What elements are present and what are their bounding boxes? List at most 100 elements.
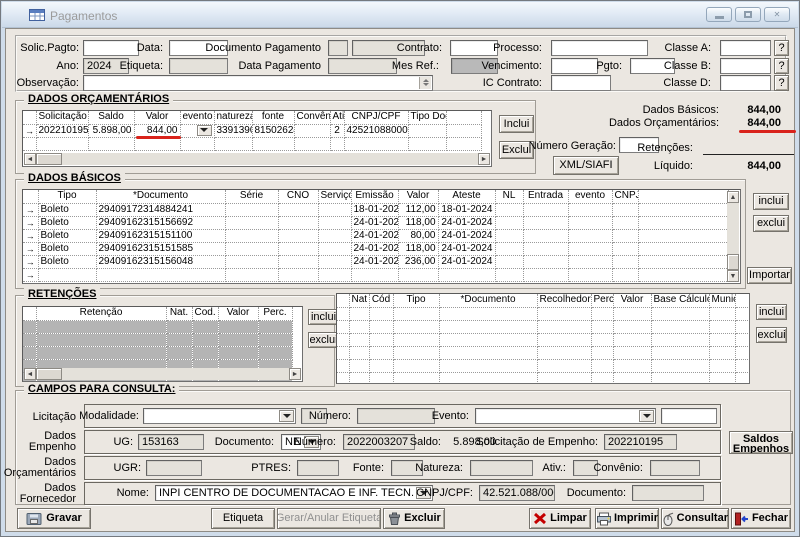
totals-block: Dados Básicos: 844,00 Dados Orçamentário…	[529, 104, 796, 176]
data-pagamento-field[interactable]	[328, 58, 397, 74]
etiqueta-button[interactable]: Etiqueta	[211, 508, 275, 529]
empenho-numero-field[interactable]: 2022003207	[343, 434, 415, 450]
observacao-spinner[interactable]	[419, 77, 431, 89]
minimize-icon	[714, 15, 724, 19]
close-button[interactable]: ✕	[764, 7, 790, 22]
scroll-left-icon[interactable]: ◄	[24, 368, 36, 380]
horizontal-scrollbar[interactable]: ◄ ►	[24, 153, 490, 165]
cnpj-cpf-label: CNPJ/CPF:	[416, 487, 473, 499]
cell-natureza[interactable]: 33913904	[214, 124, 253, 138]
classe-d-field[interactable]	[720, 75, 771, 91]
dropdown-arrow-icon[interactable]	[639, 410, 654, 422]
cell-saldo[interactable]: 5.898,00	[88, 124, 135, 138]
classe-b-field[interactable]	[720, 58, 771, 74]
row-selector[interactable]: →	[23, 124, 37, 138]
cell-cnpj[interactable]: 42521088000137	[344, 124, 409, 138]
processo-field[interactable]	[551, 40, 648, 56]
restore-button[interactable]	[735, 7, 761, 22]
row-selector[interactable]: →	[23, 242, 39, 256]
col-evento: evento	[568, 190, 613, 204]
retencoes-exclui-button[interactable]: exclui	[308, 332, 339, 348]
evento-dropdown[interactable]	[475, 408, 656, 424]
cnpj-cpf-field[interactable]: 42.521.088/0001-37	[479, 485, 555, 501]
retencoes-inclui-button[interactable]: inclui	[308, 309, 339, 325]
minimize-button[interactable]	[706, 7, 732, 22]
solicitacao-empenho-field[interactable]: 202210195	[604, 434, 677, 450]
licitacao-numero-field[interactable]	[357, 408, 435, 424]
fornecedor-nome-dropdown[interactable]: INPI CENTRO DE DOCUMENTACAO E INF. TECN.	[155, 485, 433, 501]
evento-extra-field[interactable]	[661, 408, 717, 424]
scrollbar-thumb[interactable]	[727, 254, 739, 270]
cell-convenio[interactable]	[294, 124, 331, 138]
campos-consulta-section: CAMPOS PARA CONSULTA: Licitação Dados Em…	[4, 383, 793, 505]
evento-dropdown-button[interactable]	[196, 125, 212, 136]
classe-a-field[interactable]	[720, 40, 771, 56]
scrollbar-thumb[interactable]	[36, 368, 62, 380]
ativ-label: Ativ.:	[542, 462, 566, 474]
retencoes-detalhe-exclui-button[interactable]: exclui	[756, 327, 787, 343]
imprimir-button[interactable]: Imprimir	[595, 508, 659, 529]
etiqueta-field[interactable]	[169, 58, 228, 74]
classe-b-help-button[interactable]: ?	[774, 58, 789, 74]
scroll-right-icon[interactable]: ►	[289, 368, 301, 380]
gerar-anular-etiqueta-button[interactable]: Gerar/Anular Etiqueta	[277, 508, 381, 529]
convenio-field[interactable]	[650, 460, 700, 476]
basicos-importar-button[interactable]: Importar	[747, 267, 792, 284]
xml-siafi-button[interactable]: XML/SIAFI	[553, 156, 619, 175]
mouse-pointer-icon	[663, 512, 674, 526]
basicos-inclui-button[interactable]: inclui	[753, 193, 789, 210]
col-documento: *Documento	[96, 190, 226, 204]
observacao-field[interactable]	[83, 75, 433, 91]
ic-contrato-field[interactable]	[551, 75, 611, 91]
saldos-empenhos-button[interactable]: Saldos Empenhos	[729, 431, 793, 454]
modalidade-dropdown[interactable]	[143, 408, 296, 424]
scroll-left-icon[interactable]: ◄	[24, 153, 36, 165]
cell-ativ[interactable]: 2	[330, 124, 345, 138]
row-selector[interactable]: →	[23, 268, 39, 282]
table-row: → Boleto 29409162315156692 24-01-2024 11…	[23, 216, 729, 230]
row-selector[interactable]: →	[23, 229, 39, 243]
gravar-button[interactable]: Gravar	[17, 508, 91, 529]
row-selector[interactable]: →	[23, 203, 39, 217]
cell-solicitacao[interactable]: 202210195	[36, 124, 89, 138]
scroll-right-icon[interactable]: ►	[478, 153, 490, 165]
liquido-value: 844,00	[747, 160, 781, 172]
vencimento-field[interactable]	[551, 58, 598, 74]
fornecedor-documento-field[interactable]	[632, 485, 704, 501]
natureza-field[interactable]	[470, 460, 533, 476]
row-selector[interactable]: →	[23, 255, 39, 269]
pagamentos-window: Pagamentos ✕ Solic.Pagto: Data: Document…	[0, 0, 800, 537]
cell-tipo-doc[interactable]	[408, 124, 447, 138]
solic-pagto-field[interactable]	[83, 40, 139, 56]
ptres-field[interactable]	[297, 460, 339, 476]
classe-a-help-button[interactable]: ?	[774, 40, 789, 56]
consultar-button[interactable]: Consultar	[661, 508, 729, 529]
retencoes-detalhe-inclui-button[interactable]: inclui	[756, 304, 787, 320]
dados-basicos-section: DADOS BÁSICOS Tipo *Documento Série CNO …	[15, 172, 746, 289]
numero-geracao-label: Número Geração:	[528, 140, 616, 152]
col-tipo-doc: Tipo Doc.	[408, 111, 447, 125]
scroll-up-icon[interactable]: ▲	[727, 191, 739, 203]
orcamentarios-inclui-button[interactable]: Inclui	[499, 115, 534, 133]
basicos-exclui-button[interactable]: exclui	[753, 215, 789, 232]
ug-field[interactable]: 153163	[138, 434, 204, 450]
classe-d-help-button[interactable]: ?	[774, 75, 789, 91]
cell-evento[interactable]	[180, 124, 215, 138]
documento-pagamento-tipo-field[interactable]	[328, 40, 348, 56]
ugr-field[interactable]	[146, 460, 202, 476]
processo-label: Processo:	[493, 42, 542, 54]
limpar-button[interactable]: Limpar	[529, 508, 591, 529]
table-row: → Boleto 29409162315151100 24-01-2024 80…	[23, 229, 729, 243]
convenio-label: Convênio:	[593, 462, 643, 474]
scrollbar-thumb[interactable]	[36, 153, 62, 165]
vertical-scrollbar[interactable]: ▲ ▼	[727, 191, 739, 282]
dropdown-arrow-icon[interactable]	[279, 410, 294, 422]
col-perc: Perc.	[591, 294, 614, 308]
fechar-button[interactable]: Fechar	[731, 508, 791, 529]
contrato-field[interactable]	[450, 40, 498, 56]
excluir-button[interactable]: Excluir	[383, 508, 445, 529]
row-selector[interactable]: →	[23, 216, 39, 230]
scroll-down-icon[interactable]: ▼	[727, 270, 739, 282]
horizontal-scrollbar[interactable]: ◄ ►	[24, 368, 301, 380]
cell-fonte[interactable]: 8150262460	[252, 124, 295, 138]
